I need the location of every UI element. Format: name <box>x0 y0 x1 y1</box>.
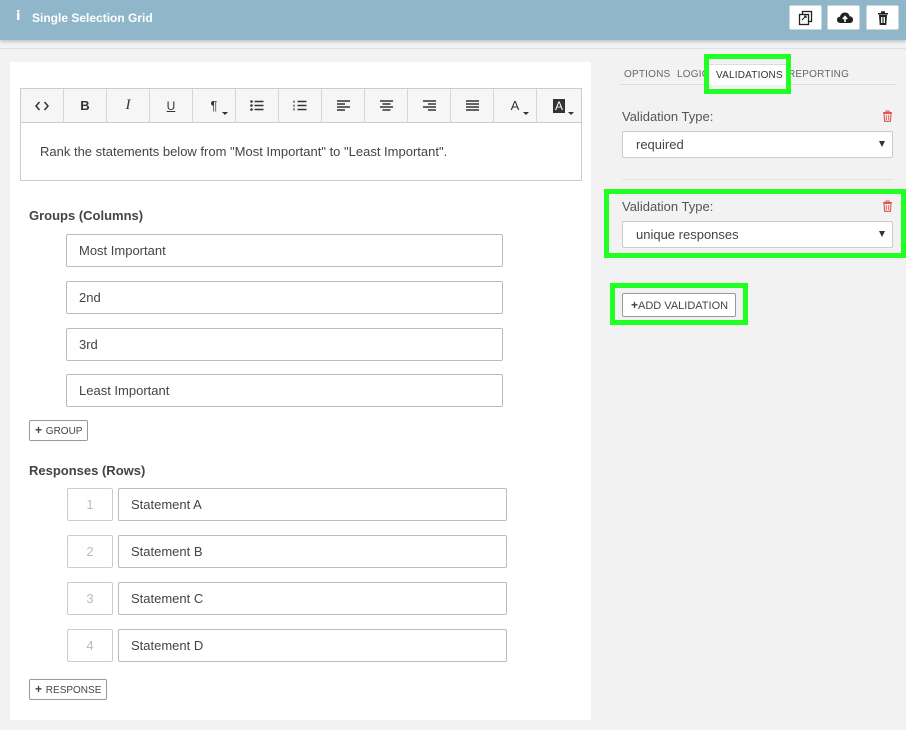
bullet-list-button[interactable] <box>236 89 279 122</box>
validation-type-value: required <box>636 137 684 152</box>
justify-icon <box>465 100 479 111</box>
page-title: Single Selection Grid <box>32 11 153 25</box>
bold-button[interactable]: B <box>64 89 107 122</box>
responses-label: Responses (Rows) <box>29 463 146 478</box>
info-icon[interactable]: i <box>16 9 20 24</box>
group-input[interactable]: 3rd <box>66 328 503 361</box>
validation-type-select[interactable]: required <box>622 131 893 158</box>
question-text-area[interactable]: Rank the statements below from "Most Imp… <box>20 122 582 181</box>
align-center-button[interactable] <box>365 89 408 122</box>
group-input[interactable]: Least Important <box>66 374 503 407</box>
font-color-button[interactable]: A <box>494 89 537 122</box>
group-input[interactable]: 2nd <box>66 281 503 314</box>
italic-button[interactable]: I <box>107 89 150 122</box>
response-number: 1 <box>67 488 113 521</box>
add-response-label: RESPONSE <box>45 685 102 696</box>
response-input[interactable]: Statement A <box>118 488 507 521</box>
underline-icon: U <box>166 98 176 113</box>
trash-icon[interactable] <box>882 110 893 122</box>
paragraph-icon: ¶ <box>210 98 218 113</box>
bullet-list-icon <box>250 100 264 111</box>
delete-button[interactable] <box>866 5 899 30</box>
validation-type-label: Validation Type: <box>622 109 714 124</box>
paragraph-button[interactable]: ¶ <box>193 89 236 122</box>
font-color-icon: A <box>510 98 520 113</box>
response-number: 3 <box>67 582 113 615</box>
align-center-icon <box>379 100 393 111</box>
question-text: Rank the statements below from "Most Imp… <box>40 144 448 159</box>
plus-icon: + <box>35 682 43 696</box>
cloud-upload-icon <box>837 12 853 23</box>
tab-reporting[interactable]: REPORTING <box>788 69 849 80</box>
tab-options[interactable]: OPTIONS <box>624 69 670 80</box>
align-right-button[interactable] <box>408 89 451 122</box>
header-bar: i Single Selection Grid <box>0 0 906 40</box>
underline-button[interactable]: U <box>150 89 193 122</box>
code-icon <box>35 101 49 110</box>
bold-icon: B <box>80 98 90 113</box>
numbered-list-button[interactable] <box>279 89 322 122</box>
italic-icon: I <box>125 97 131 113</box>
validations-tab-highlight <box>704 54 791 94</box>
align-right-icon <box>422 100 436 111</box>
add-validation-highlight <box>610 283 748 325</box>
question-editor: B I U ¶ A A Rank the statements below fr… <box>10 62 591 720</box>
highlight-button[interactable]: A <box>537 89 581 122</box>
response-number: 4 <box>67 629 113 662</box>
plus-icon: + <box>35 423 43 437</box>
add-response-button[interactable]: + RESPONSE <box>29 679 108 700</box>
numbered-list-icon <box>293 100 307 111</box>
dropdown-arrow-icon <box>879 141 885 147</box>
rich-text-toolbar: B I U ¶ A A <box>20 88 582 123</box>
copy-icon <box>798 10 813 26</box>
copy-button[interactable] <box>789 5 822 30</box>
validation-divider <box>622 179 893 180</box>
response-input[interactable]: Statement B <box>118 535 507 568</box>
response-input[interactable]: Statement C <box>118 582 507 615</box>
response-input[interactable]: Statement D <box>118 629 507 662</box>
groups-label: Groups (Columns) <box>29 208 144 223</box>
justify-button[interactable] <box>451 89 494 122</box>
validation-highlight <box>604 189 906 258</box>
upload-button[interactable] <box>827 5 860 30</box>
align-left-icon <box>336 100 350 111</box>
code-view-button[interactable] <box>21 89 64 122</box>
group-input[interactable]: Most Important <box>66 234 503 267</box>
add-group-button[interactable]: + GROUP <box>29 420 89 441</box>
header-divider <box>0 48 906 49</box>
add-group-label: GROUP <box>45 426 83 437</box>
response-number: 2 <box>67 535 113 568</box>
highlight-icon: A <box>552 98 565 113</box>
trash-icon <box>878 11 888 25</box>
align-left-button[interactable] <box>322 89 365 122</box>
